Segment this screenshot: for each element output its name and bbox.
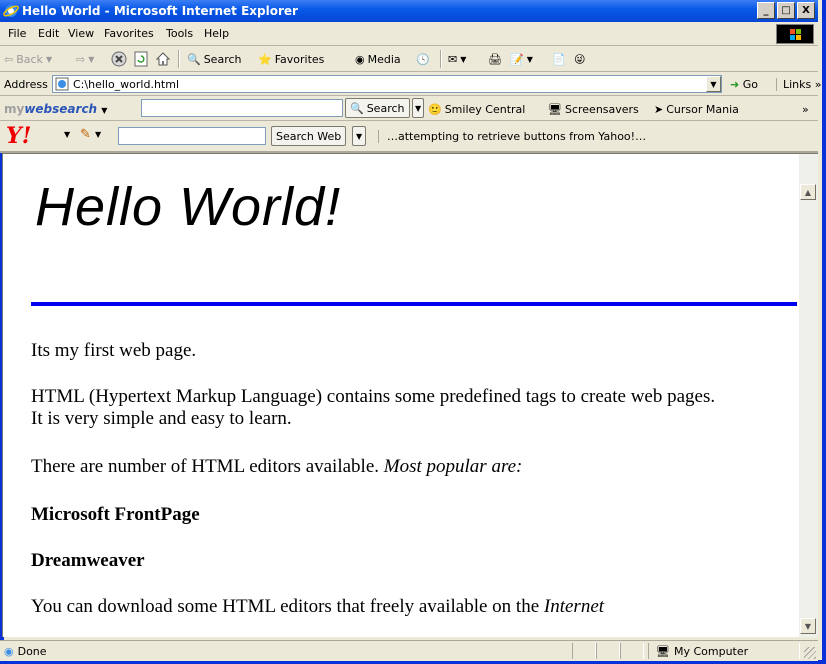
- mywebsearch-input[interactable]: [141, 99, 343, 117]
- yahoo-search-web-button[interactable]: Search Web: [271, 126, 347, 146]
- yahoo-search-dropdown[interactable]: ▼: [352, 126, 367, 146]
- discuss-icon[interactable]: 📄: [552, 53, 566, 66]
- chevron-down-icon[interactable]: ▼: [101, 106, 107, 115]
- smiley-central-link[interactable]: 🙂 Smiley Central: [428, 103, 525, 116]
- page-heading: Hello World!: [35, 177, 342, 237]
- search-options-dropdown[interactable]: ▼: [412, 98, 425, 118]
- scroll-down-arrow-icon[interactable]: ▼: [800, 618, 816, 634]
- scroll-up-arrow-icon[interactable]: ▲: [800, 184, 816, 200]
- chevron-down-icon: ▼: [88, 55, 95, 64]
- address-value: C:\hello_world.html: [73, 78, 180, 91]
- window-title: Hello World - Microsoft Internet Explore…: [22, 4, 298, 18]
- chevron-down-icon: ▼: [45, 55, 53, 64]
- favorites-star-icon: ⭐: [258, 53, 272, 66]
- menu-file[interactable]: File: [8, 27, 26, 40]
- chevron-down-icon[interactable]: ▼: [95, 130, 101, 139]
- ie-logo-icon: [3, 5, 19, 17]
- menu-tools[interactable]: Tools: [166, 27, 193, 40]
- editor-frontpage: Microsoft FrontPage: [31, 504, 200, 525]
- links-button[interactable]: Links »: [776, 78, 822, 91]
- media-icon: ◉: [355, 53, 365, 66]
- home-icon[interactable]: [155, 51, 171, 67]
- search-button[interactable]: 🔍 Search: [187, 53, 242, 66]
- yahoo-status-text: …attempting to retrieve buttons from Yah…: [378, 130, 646, 143]
- monitor-icon: 🖥: [548, 103, 562, 116]
- page-icon: ◉: [4, 645, 14, 658]
- mywebsearch-search-button[interactable]: 🔍 Search: [345, 98, 410, 118]
- status-done: ◉ Done: [4, 645, 47, 658]
- paragraph-intro: Its my first web page.: [31, 340, 197, 361]
- windows-flag-icon: [776, 24, 814, 44]
- pencil-icon[interactable]: ✎: [80, 127, 91, 142]
- toolbar-separator: [440, 50, 442, 68]
- search-icon: 🔍: [350, 101, 364, 115]
- editor-dreamweaver: Dreamweaver: [31, 550, 145, 571]
- forward-button[interactable]: ⇨ ▼: [76, 53, 94, 66]
- media-button[interactable]: ◉ Media: [355, 53, 401, 66]
- yahoo-logo[interactable]: Y!: [6, 125, 31, 147]
- cursor-icon: ➤: [654, 103, 664, 116]
- menu-edit[interactable]: Edit: [38, 27, 59, 40]
- menu-favorites[interactable]: Favorites: [104, 27, 154, 40]
- toolbar-separator: [178, 50, 180, 68]
- mywebsearch-toolbar: mywebsearch ▼ 🔍 Search ▼ 🙂 Smiley Centra…: [0, 96, 818, 122]
- smiley-icon[interactable]: 😜: [574, 53, 585, 66]
- paragraph-html: HTML (Hypertext Markup Language) contain…: [31, 386, 716, 429]
- back-arrow-icon: ⇦: [4, 53, 14, 66]
- edit-icon[interactable]: 📝 ▼: [510, 53, 533, 66]
- status-panel: [572, 643, 596, 659]
- chevron-down-icon[interactable]: ▼: [64, 130, 70, 139]
- computer-icon: 🖥: [656, 645, 670, 658]
- menu-help[interactable]: Help: [204, 27, 229, 40]
- yahoo-toolbar: Y! ▼ ✎ ▼ Search Web ▼ …attempting to ret…: [0, 121, 818, 153]
- resize-grip-icon[interactable]: [804, 647, 816, 659]
- back-button[interactable]: ⇦ Back ▼: [4, 53, 52, 66]
- address-bar: Address C:\hello_world.html ▼ ➜ Go Links…: [0, 72, 822, 97]
- favorites-button[interactable]: ⭐ Favorites: [258, 53, 324, 66]
- screensavers-link[interactable]: 🖥 Screensavers: [548, 103, 639, 116]
- paragraph-editors: There are number of HTML editors availab…: [31, 456, 523, 477]
- address-dropdown-icon[interactable]: ▼: [706, 76, 721, 92]
- standard-toolbar: ⇦ Back ▼ ⇨ ▼ 🔍 Search ⭐ Favorites ◉ Medi…: [0, 46, 818, 73]
- mywebsearch-logo: mywebsearch ▼: [4, 102, 108, 116]
- status-panel: [620, 643, 644, 659]
- status-bar: ◉ Done 🖥 My Computer: [0, 640, 818, 661]
- maximize-button[interactable]: □: [777, 2, 795, 19]
- menu-view[interactable]: View: [68, 27, 94, 40]
- horizontal-rule: [31, 302, 797, 306]
- minimize-button[interactable]: _: [757, 2, 775, 19]
- vertical-scrollbar[interactable]: ▲ ▼: [799, 153, 818, 637]
- status-panel: [596, 643, 620, 659]
- forward-arrow-icon: ⇨: [76, 53, 86, 66]
- go-arrow-icon: ➜: [730, 78, 740, 91]
- page-content: Hello World! Its my first web page. HTML…: [2, 153, 799, 637]
- magnifier-icon: 🔍: [187, 53, 201, 66]
- close-button[interactable]: X: [797, 2, 815, 19]
- address-input[interactable]: C:\hello_world.html ▼: [52, 75, 722, 93]
- paragraph-download: You can download some HTML editors that …: [31, 596, 605, 617]
- history-icon[interactable]: 🕓: [416, 53, 430, 66]
- cursor-mania-link[interactable]: ➤ Cursor Mania: [654, 103, 739, 116]
- title-bar[interactable]: Hello World - Microsoft Internet Explore…: [0, 0, 818, 22]
- smiley-face-icon: 🙂: [428, 103, 442, 116]
- menu-bar: File Edit View Favorites Tools Help: [0, 22, 818, 47]
- address-label: Address: [4, 78, 48, 91]
- security-zone: 🖥 My Computer: [656, 645, 749, 658]
- page-icon: [55, 77, 69, 91]
- chevron-right-icon[interactable]: »: [802, 103, 809, 116]
- refresh-icon[interactable]: [133, 51, 149, 67]
- mail-icon[interactable]: ✉ ▼: [448, 53, 466, 66]
- chevron-right-icon: »: [814, 78, 822, 91]
- print-icon[interactable]: 🖨: [488, 53, 502, 66]
- stop-icon[interactable]: [111, 51, 127, 67]
- yahoo-search-input[interactable]: [118, 127, 266, 145]
- go-button[interactable]: ➜ Go: [730, 78, 758, 91]
